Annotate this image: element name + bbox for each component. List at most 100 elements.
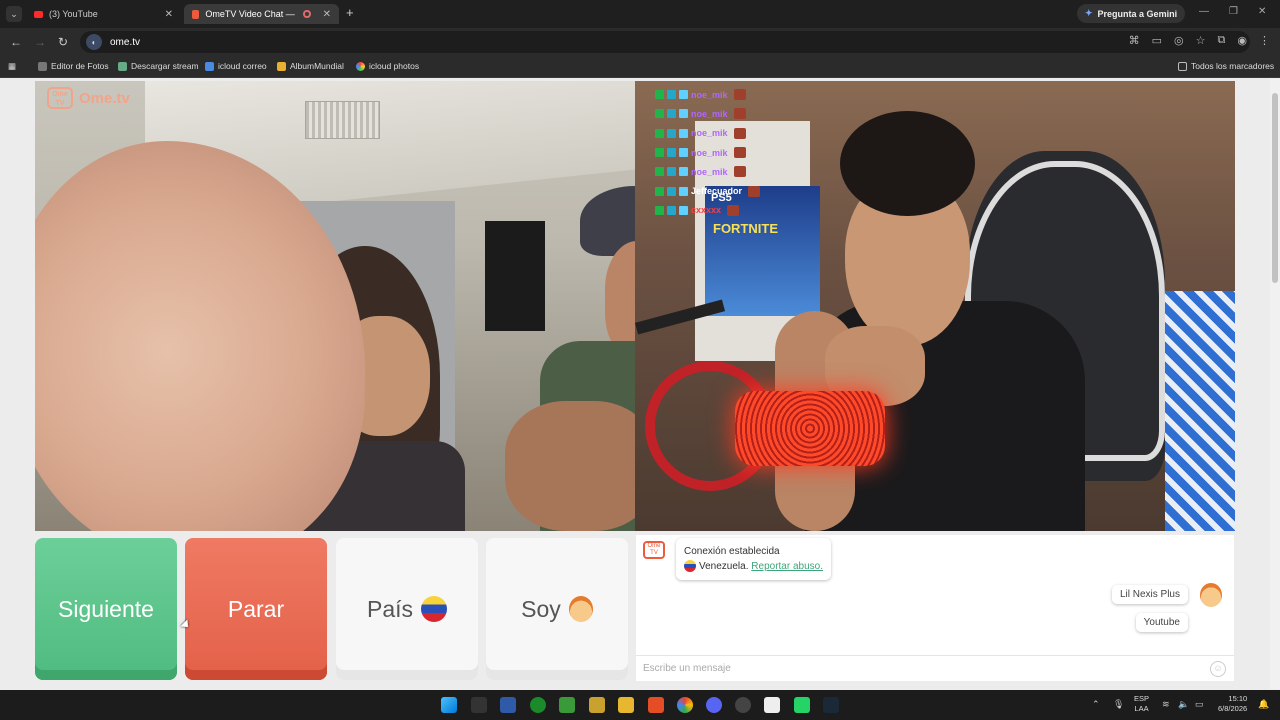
country-label: País (366, 595, 414, 622)
ometv-tab-icon (192, 9, 200, 19)
folder-icon (1178, 61, 1187, 71)
cast-icon[interactable]: ▭ (1152, 34, 1162, 47)
bookmark-item[interactable]: icloud correo (205, 61, 267, 71)
overlay-username: Jeffecuador (691, 186, 743, 197)
restore-icon[interactable]: ❐ (1229, 6, 1238, 17)
system-message: Conexión establecida Venezuela. Reportar… (676, 538, 831, 580)
badge-icon (655, 90, 664, 100)
language-line2: LAA (1134, 704, 1149, 713)
clock-time: 15:10 (1228, 694, 1248, 703)
notifications-icon[interactable]: 🔔 (1258, 699, 1269, 710)
air-vent (305, 101, 380, 139)
system-message-country: Venezuela. Reportar abuso. (684, 559, 823, 574)
chrome-icon[interactable] (677, 697, 693, 713)
bookmark-label: icloud correo (218, 61, 267, 71)
obs-icon[interactable] (735, 697, 751, 713)
sent-message: Lil Nexis Plus (1111, 585, 1188, 604)
battery-icon[interactable]: ▭ (1195, 699, 1204, 710)
fortnite-label: FORTNITE (713, 221, 778, 236)
profile-avatar[interactable]: ◉ (1237, 34, 1247, 47)
overlay-row: noe_mik (655, 85, 760, 104)
emoji-icon[interactable]: ☺ (1210, 661, 1226, 677)
ometv-logo: Ome TV Ome.tv (47, 87, 130, 109)
emote-icon (748, 185, 761, 197)
widgets-icon[interactable] (471, 697, 487, 713)
next-label: Siguiente (58, 595, 154, 622)
reload-icon[interactable]: ↻ (58, 35, 68, 49)
ometv-logo-icon: Ome TV (47, 87, 73, 109)
brave-icon[interactable] (648, 697, 664, 713)
overlay-row: cxxxxx (655, 201, 760, 220)
message-input[interactable]: Escribe un mensaje ☺ (636, 655, 1234, 681)
site-info-icon[interactable]: ◐ (86, 34, 102, 50)
tray-expand-icon[interactable]: ⌃ (1092, 699, 1100, 710)
bookmark-icon (277, 61, 286, 71)
window-close-icon[interactable]: ✕ (1258, 6, 1266, 17)
discord-icon[interactable] (706, 697, 722, 713)
tab-youtube[interactable]: (3) YouTube ✕ (26, 4, 181, 24)
bookmark-label: AlbumMundial (290, 61, 344, 71)
bookmarks-bar: ▦ Editor de Fotos Descargar stream iclou… (0, 56, 1280, 78)
bookmark-item[interactable]: Descargar stream (118, 61, 199, 71)
bookmark-item[interactable]: Editor de Fotos (38, 61, 109, 71)
country-button[interactable]: País (336, 538, 478, 680)
bookmark-star-icon[interactable]: ☆ (1196, 34, 1206, 47)
report-abuse-link[interactable]: Reportar abuso. (751, 561, 823, 572)
translate-icon[interactable]: ⌘ (1129, 34, 1140, 47)
overlay-row: Jeffecuador (655, 181, 761, 200)
microphone (735, 391, 885, 466)
clock[interactable]: 15:10 6/8/2026 (1218, 694, 1247, 714)
stop-button[interactable]: Parar (185, 538, 327, 680)
microphone-icon[interactable]: 🎙 (1113, 699, 1124, 710)
capcut-icon[interactable] (764, 697, 780, 713)
address-bar[interactable]: ◐ ome.tv (80, 31, 1250, 53)
new-tab-icon[interactable]: + (346, 5, 354, 20)
person-arm (505, 401, 635, 531)
menu-icon[interactable]: ⋮ (1259, 34, 1270, 47)
tab-title: (3) YouTube (49, 9, 98, 19)
tab-ometv[interactable]: OmeTV Video Chat — Ome ✕ (184, 4, 339, 24)
url-text: ome.tv (110, 36, 141, 48)
badge-icon (667, 90, 676, 100)
back-icon[interactable]: ← (10, 35, 22, 49)
minecraft-icon[interactable] (559, 697, 575, 713)
gender-button[interactable]: Soy (486, 538, 628, 680)
store-icon[interactable] (500, 697, 516, 713)
volume-icon[interactable]: 🔈 (1178, 699, 1189, 710)
gemini-button[interactable]: ✦ Pregunta a Gemini (1077, 4, 1186, 23)
emote-icon (733, 89, 746, 101)
badge-icon (679, 109, 688, 119)
badge-icon (667, 205, 676, 215)
minimize-icon[interactable]: — (1199, 6, 1209, 17)
page-scrollbar[interactable] (1270, 79, 1280, 689)
forward-icon[interactable]: → (34, 35, 46, 49)
next-button[interactable]: Siguiente (35, 538, 177, 680)
whatsapp-icon[interactable] (794, 697, 810, 713)
sent-message: Youtube (1135, 613, 1188, 632)
extensions-icon[interactable]: ⧉ (1218, 34, 1226, 47)
bookmark-icon (118, 61, 127, 71)
file-explorer-icon[interactable] (618, 697, 634, 713)
overlay-username: noe_mik (691, 147, 728, 158)
message-text: Lil Nexis Plus (1119, 589, 1180, 600)
toolbar: ← → ↻ ◐ ome.tv ⌘ ▭ ◎ ☆ ⧉ ◉ ⋮ (0, 28, 1280, 56)
game-icon[interactable] (589, 697, 605, 713)
windows-start-icon[interactable] (441, 697, 457, 713)
wifi-icon[interactable]: ≋ (1162, 699, 1170, 710)
scrollbar-thumb[interactable] (1272, 93, 1278, 283)
badge-icon (655, 148, 664, 158)
xbox-icon[interactable] (530, 697, 546, 713)
close-icon[interactable]: ✕ (323, 9, 331, 20)
badge-icon (655, 186, 664, 196)
language-indicator[interactable]: ESP LAA (1134, 694, 1149, 714)
eye-off-icon[interactable]: ◎ (1174, 34, 1184, 47)
apps-grid-icon[interactable]: ▦ (8, 61, 16, 72)
bookmark-item[interactable]: AlbumMundial (277, 61, 344, 71)
steam-icon[interactable] (823, 697, 839, 713)
close-icon[interactable]: ✕ (165, 9, 173, 20)
all-bookmarks[interactable]: Todos los marcadores (1178, 61, 1274, 71)
tab-search-icon[interactable]: ⌄ (6, 6, 22, 22)
tab-title: OmeTV Video Chat — Ome (205, 9, 297, 19)
gender-label: Soy (521, 595, 561, 622)
bookmark-item[interactable]: icloud photos (356, 61, 419, 71)
